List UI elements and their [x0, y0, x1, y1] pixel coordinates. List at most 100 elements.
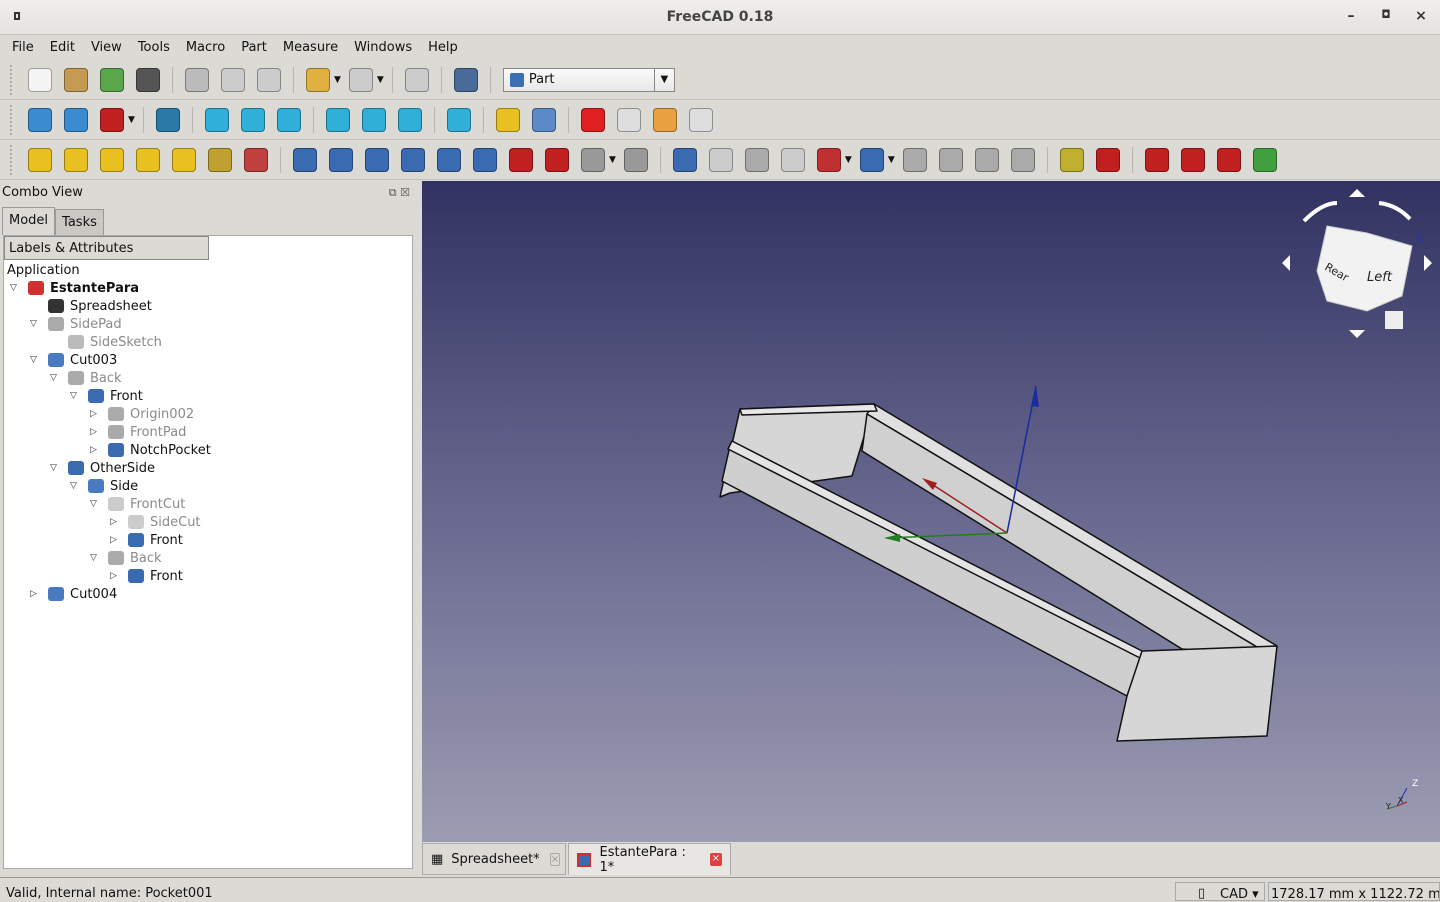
- bottom-view-icon[interactable]: [361, 107, 386, 132]
- part-loft-icon[interactable]: [545, 147, 569, 172]
- collapse-arrow-icon[interactable]: ▽: [90, 499, 102, 509]
- close-panel-icon[interactable]: ☒: [400, 186, 410, 199]
- new-icon[interactable]: [28, 67, 52, 92]
- save-icon[interactable]: [100, 67, 124, 92]
- expand-arrow-icon[interactable]: ▷: [90, 409, 102, 419]
- expand-arrow-icon[interactable]: ▷: [110, 571, 122, 581]
- tab-tasks[interactable]: Tasks: [55, 209, 104, 235]
- part-primitives-icon[interactable]: [244, 147, 268, 172]
- left-view-icon[interactable]: [397, 107, 422, 132]
- part-common-icon[interactable]: [780, 147, 805, 172]
- chevron-down-icon[interactable]: ▼: [653, 68, 674, 91]
- menu-edit[interactable]: Edit: [42, 36, 83, 59]
- workbench-selector[interactable]: Part ▼: [502, 67, 675, 92]
- create-part-icon[interactable]: [495, 107, 520, 132]
- tree-item-frontpad[interactable]: ▷ FrontPad: [90, 423, 186, 441]
- undo-icon[interactable]: [306, 67, 330, 92]
- expand-arrow-icon[interactable]: ▷: [110, 517, 122, 527]
- part-sphere-icon[interactable]: [100, 147, 124, 172]
- measure-refresh-icon[interactable]: [1144, 147, 1169, 172]
- menu-macro[interactable]: Macro: [178, 36, 233, 59]
- tree-item-otherside[interactable]: ▽ OtherSide: [50, 459, 155, 477]
- draw-style-icon[interactable]: [100, 107, 124, 132]
- nav-face-left[interactable]: Left: [1367, 270, 1393, 285]
- expand-arrow-icon[interactable]: ▷: [90, 445, 102, 455]
- part-compound-icon[interactable]: [902, 147, 927, 172]
- measure-linear-icon[interactable]: [1059, 147, 1084, 172]
- collapse-arrow-icon[interactable]: ▽: [90, 553, 102, 563]
- maximize-button[interactable]: ◘: [1377, 8, 1395, 21]
- rear-view-icon[interactable]: [325, 107, 350, 132]
- dropdown-arrow-icon[interactable]: ▼: [609, 155, 616, 165]
- top-view-icon[interactable]: [240, 107, 265, 132]
- tree-item-origin002[interactable]: ▷ Origin002: [90, 405, 194, 423]
- whats-this-icon[interactable]: [453, 67, 478, 92]
- menu-help[interactable]: Help: [420, 36, 466, 59]
- measure-toggle-3d-icon[interactable]: [1216, 147, 1241, 172]
- nav-arrow-up-icon[interactable]: [1349, 189, 1365, 197]
- navigation-cube[interactable]: Rear Left Z: [1282, 189, 1432, 338]
- tree-item-cut004[interactable]: ▷ Cut004: [30, 585, 117, 603]
- cut-icon[interactable]: [185, 67, 209, 92]
- measure-toggle-delta-icon[interactable]: [1252, 147, 1277, 172]
- tree-item-cut003[interactable]: ▽ Cut003: [30, 351, 117, 369]
- part-cone-icon[interactable]: [136, 147, 160, 172]
- nav-arrow-down-icon[interactable]: [1349, 330, 1365, 338]
- part-fillet-icon[interactable]: [401, 147, 425, 172]
- dropdown-arrow-icon[interactable]: ▼: [845, 155, 852, 165]
- part-mirror-icon[interactable]: [365, 147, 389, 172]
- nav-arrow-left-icon[interactable]: [1282, 255, 1290, 271]
- tree-item-sidesketch[interactable]: SideSketch: [50, 333, 162, 351]
- refresh-icon[interactable]: [404, 67, 429, 92]
- part-section-icon[interactable]: [1010, 147, 1035, 172]
- part-cylinder-icon[interactable]: [64, 147, 88, 172]
- minimize-button[interactable]: –: [1342, 8, 1360, 24]
- create-group-icon[interactable]: [531, 107, 556, 132]
- part-fuse-icon[interactable]: [744, 147, 769, 172]
- open-icon[interactable]: [64, 67, 88, 92]
- toolbar-handle[interactable]: [10, 104, 14, 135]
- isometric-view-icon[interactable]: [155, 107, 180, 132]
- toolbar-handle[interactable]: [10, 144, 14, 175]
- part-cut-icon[interactable]: [708, 147, 733, 172]
- collapse-arrow-icon[interactable]: ▽: [30, 355, 42, 365]
- measure-angular-icon[interactable]: [1095, 147, 1120, 172]
- redo-icon[interactable]: [348, 67, 373, 92]
- macro-edit-icon[interactable]: [652, 107, 677, 132]
- macro-run-icon[interactable]: [688, 107, 713, 132]
- expand-arrow-icon[interactable]: ▷: [30, 589, 42, 599]
- dropdown-arrow-icon[interactable]: ▼: [128, 115, 135, 125]
- tree-item-front[interactable]: ▷ Front: [110, 567, 183, 585]
- tree-item-back[interactable]: ▽ Back: [90, 549, 162, 567]
- nav-view-menu-icon[interactable]: [1385, 311, 1403, 329]
- collapse-arrow-icon[interactable]: ▽: [50, 463, 62, 473]
- shelf-model[interactable]: [719, 403, 1278, 742]
- part-thickness-icon[interactable]: [623, 147, 648, 172]
- menu-tools[interactable]: Tools: [130, 36, 178, 59]
- measure-distance-icon[interactable]: [446, 107, 471, 132]
- macro-record-icon[interactable]: [580, 107, 605, 132]
- tree-item-spreadsheet[interactable]: Spreadsheet: [30, 297, 152, 315]
- measure-clear-icon[interactable]: [1180, 147, 1205, 172]
- close-tab-icon[interactable]: ×: [709, 853, 722, 866]
- menu-file[interactable]: File: [4, 36, 42, 59]
- collapse-arrow-icon[interactable]: ▽: [30, 319, 42, 329]
- 3d-scene[interactable]: Rear Left Z Z Y X: [422, 181, 1440, 842]
- tree-column-header[interactable]: Labels & Attributes: [4, 236, 209, 260]
- navigation-style-button[interactable]: ▯ CAD ▾: [1175, 882, 1265, 902]
- close-tab-icon[interactable]: ×: [549, 852, 561, 866]
- part-make-face-icon[interactable]: [473, 147, 497, 172]
- tree-item-notchpocket[interactable]: ▷ NotchPocket: [90, 441, 211, 459]
- tree-item-back[interactable]: ▽ Back: [50, 369, 122, 387]
- menu-measure[interactable]: Measure: [275, 36, 346, 59]
- part-defeaturing-icon[interactable]: [974, 147, 999, 172]
- part-extrude-icon[interactable]: [293, 147, 317, 172]
- part-box-icon[interactable]: [28, 147, 52, 172]
- part-join-icon[interactable]: [816, 147, 841, 172]
- expand-arrow-icon[interactable]: ▷: [90, 427, 102, 437]
- tree-item-sidecut[interactable]: ▷ SideCut: [110, 513, 201, 531]
- macro-stop-icon[interactable]: [616, 107, 641, 132]
- float-panel-icon[interactable]: ⧉: [389, 186, 397, 199]
- tree-item-frontcut[interactable]: ▽ FrontCut: [90, 495, 185, 513]
- nav-rotate-right-icon[interactable]: [1378, 201, 1412, 221]
